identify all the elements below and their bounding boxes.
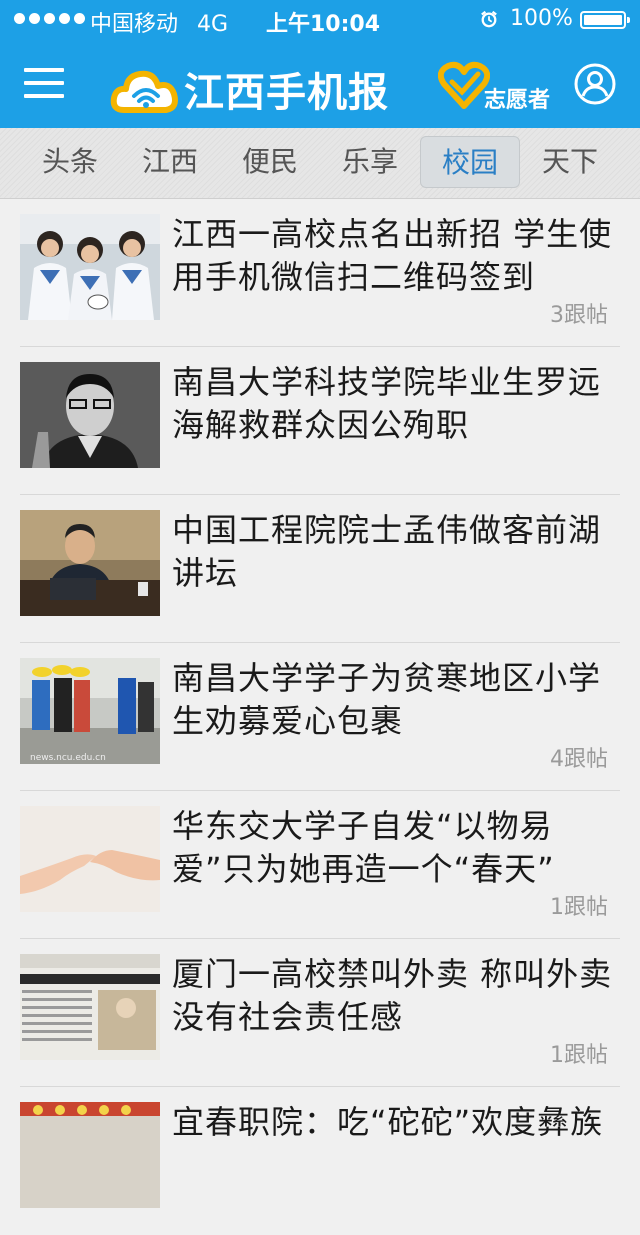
news-thumbnail: news.ncu.edu.cn (20, 658, 160, 764)
tab-world[interactable]: 天下 (520, 136, 620, 188)
news-title: 南昌大学科技学院毕业生罗远海解救群众因公殉职 (172, 363, 602, 444)
news-item[interactable]: 厦门一高校禁叫外卖 称叫外卖没有社会责任感 1跟帖 (0, 939, 640, 1087)
news-item[interactable]: news.ncu.edu.cn 南昌大学学子为贫寒地区小学生劝募爱心包裹 4跟帖 (0, 643, 640, 791)
app-logo-text: 江西手机报 (184, 70, 389, 116)
battery-icon (580, 11, 630, 29)
volunteer-label: 志愿者 (484, 88, 551, 113)
tab-leisure[interactable]: 乐享 (320, 136, 420, 188)
news-title: 华东交大学子自发“以物易爱”只为她再造一个“春天” (172, 807, 555, 888)
news-thumbnail (20, 954, 160, 1060)
reply-count: 1跟帖 (550, 1043, 608, 1068)
news-item[interactable]: 宜春职院：吃“砣砣”欢度彝族 (0, 1087, 640, 1235)
volunteer-button[interactable]: 志愿者 (438, 60, 558, 113)
news-title: 江西一高校点名出新招 学生使用手机微信扫二维码签到 (172, 215, 613, 296)
news-title: 厦门一高校禁叫外卖 称叫外卖没有社会责任感 (172, 955, 613, 1036)
cloud-logo-icon (110, 70, 178, 113)
news-list: 江西一高校点名出新招 学生使用手机微信扫二维码签到 3跟帖 南昌大学科技学院毕业… (0, 199, 640, 1235)
news-item[interactable]: 中国工程院院士孟伟做客前湖讲坛 (0, 495, 640, 643)
tab-services[interactable]: 便民 (220, 136, 320, 188)
news-title: 中国工程院院士孟伟做客前湖讲坛 (172, 511, 602, 592)
user-icon[interactable] (574, 63, 616, 105)
news-item[interactable]: 南昌大学科技学院毕业生罗远海解救群众因公殉职 (0, 347, 640, 495)
category-tabs: 头条 江西 便民 乐享 校园 天下 (0, 128, 640, 199)
news-item[interactable]: 华东交大学子自发“以物易爱”只为她再造一个“春天” 1跟帖 (0, 791, 640, 939)
carrier-name: 中国移动 (90, 12, 179, 37)
network-type: 4G (197, 12, 229, 37)
reply-count: 1跟帖 (550, 895, 608, 920)
heart-icon (438, 61, 490, 109)
alarm-icon (481, 10, 497, 28)
app-header: 中国移动 4G 上午10:04 100% 江西手机报 志愿者 (0, 0, 640, 128)
reply-count: 3跟帖 (550, 303, 608, 328)
battery-percent: 100% (510, 6, 573, 31)
reply-count: 4跟帖 (550, 747, 608, 772)
menu-button[interactable] (24, 68, 64, 102)
news-item[interactable]: 江西一高校点名出新招 学生使用手机微信扫二维码签到 3跟帖 (0, 199, 640, 347)
carrier-label: 中国移动 4G (90, 6, 228, 38)
news-thumbnail (20, 214, 160, 320)
tab-headlines[interactable]: 头条 (20, 136, 120, 188)
svg-text:news.ncu.edu.cn: news.ncu.edu.cn (30, 753, 106, 763)
news-title: 南昌大学学子为贫寒地区小学生劝募爱心包裹 (172, 659, 602, 740)
news-thumbnail (20, 362, 160, 468)
clock: 上午10:04 (266, 12, 381, 37)
news-thumbnail (20, 510, 160, 616)
news-title: 宜春职院：吃“砣砣”欢度彝族 (172, 1103, 604, 1141)
tab-jiangxi[interactable]: 江西 (120, 136, 220, 188)
status-bar: 中国移动 4G 上午10:04 100% (0, 0, 640, 40)
news-thumbnail (20, 1102, 160, 1208)
menu-icon (24, 68, 64, 72)
signal-strength-icon (14, 13, 85, 24)
news-thumbnail (20, 806, 160, 912)
tab-campus[interactable]: 校园 (420, 136, 520, 188)
